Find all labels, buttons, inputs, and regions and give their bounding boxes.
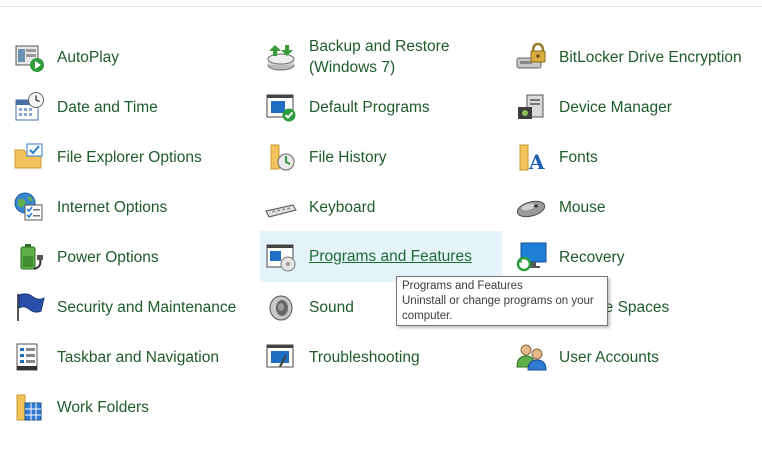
file-history-icon — [264, 140, 298, 174]
item-label: Recovery — [559, 248, 625, 266]
item-backup-restore[interactable]: Backup and Restore (Windows 7) — [260, 32, 510, 82]
top-divider — [0, 6, 762, 7]
item-label: AutoPlay — [57, 48, 120, 66]
item-label: Backup and Restore (Windows 7) — [309, 38, 450, 76]
item-label: File History — [309, 148, 387, 166]
item-user-accounts[interactable]: User Accounts — [510, 332, 760, 382]
mouse-icon — [514, 190, 548, 224]
item-label: User Accounts — [559, 348, 659, 366]
item-recovery[interactable]: Recovery — [510, 232, 760, 282]
troubleshooting-icon — [264, 340, 298, 374]
tooltip: Programs and Features Uninstall or chang… — [396, 276, 608, 326]
item-label: Fonts — [559, 148, 598, 166]
item-label: Work Folders — [57, 398, 149, 416]
item-bitlocker[interactable]: BitLocker Drive Encryption — [510, 32, 760, 82]
programs-features-icon — [264, 240, 298, 274]
item-autoplay[interactable]: AutoPlay — [8, 32, 260, 82]
item-mouse[interactable]: Mouse — [510, 182, 760, 232]
item-label: Taskbar and Navigation — [57, 348, 219, 366]
item-file-history[interactable]: File History — [260, 132, 510, 182]
sound-icon — [264, 290, 298, 324]
date-time-icon — [12, 90, 46, 124]
backup-restore-icon — [264, 40, 298, 74]
item-label: Troubleshooting — [309, 348, 420, 366]
autoplay-icon — [12, 40, 46, 74]
power-options-icon — [12, 240, 46, 274]
item-power-options[interactable]: Power Options — [8, 232, 260, 282]
security-maintenance-icon — [12, 290, 46, 324]
recovery-icon — [514, 240, 548, 274]
item-label: BitLocker Drive Encryption — [559, 48, 742, 66]
item-label: Device Manager — [559, 98, 672, 116]
item-label: Date and Time — [57, 98, 158, 116]
item-file-explorer-options[interactable]: File Explorer Options — [8, 132, 260, 182]
item-programs-features[interactable]: Programs and Features — [260, 231, 502, 282]
item-label: Default Programs — [309, 98, 430, 116]
item-security-maintenance[interactable]: Security and Maintenance — [8, 282, 260, 332]
item-label: Keyboard — [309, 198, 376, 216]
item-label: File Explorer Options — [57, 148, 202, 166]
item-label: Sound — [309, 298, 354, 316]
item-label: Internet Options — [57, 198, 168, 216]
item-troubleshooting[interactable]: Troubleshooting — [260, 332, 510, 382]
folder-options-icon — [12, 140, 46, 174]
item-date-time[interactable]: Date and Time — [8, 82, 260, 132]
item-label: Security and Maintenance — [57, 298, 237, 316]
item-internet-options[interactable]: Internet Options — [8, 182, 260, 232]
default-programs-icon — [264, 90, 298, 124]
keyboard-icon — [264, 190, 298, 224]
tooltip-text: Uninstall or change programs on your com… — [402, 295, 594, 322]
item-fonts[interactable]: A Fonts — [510, 132, 760, 182]
device-manager-icon — [514, 90, 548, 124]
item-taskbar-navigation[interactable]: Taskbar and Navigation — [8, 332, 260, 382]
item-default-programs[interactable]: Default Programs — [260, 82, 510, 132]
user-accounts-icon — [514, 340, 548, 374]
work-folders-icon — [12, 390, 46, 424]
item-device-manager[interactable]: Device Manager — [510, 82, 760, 132]
fonts-icon: A — [514, 140, 548, 174]
taskbar-icon — [12, 340, 46, 374]
item-label: Power Options — [57, 248, 159, 266]
item-label: Mouse — [559, 198, 606, 216]
item-work-folders[interactable]: Work Folders — [8, 382, 260, 432]
item-keyboard[interactable]: Keyboard — [260, 182, 510, 232]
svg-text:A: A — [528, 150, 545, 173]
control-panel-grid: AutoPlay Backup and Restore (Windows 7) … — [8, 32, 760, 432]
tooltip-title: Programs and Features — [402, 280, 523, 292]
item-label: Programs and Features — [309, 248, 472, 265]
internet-options-icon — [12, 190, 46, 224]
bitlocker-icon — [514, 40, 548, 74]
